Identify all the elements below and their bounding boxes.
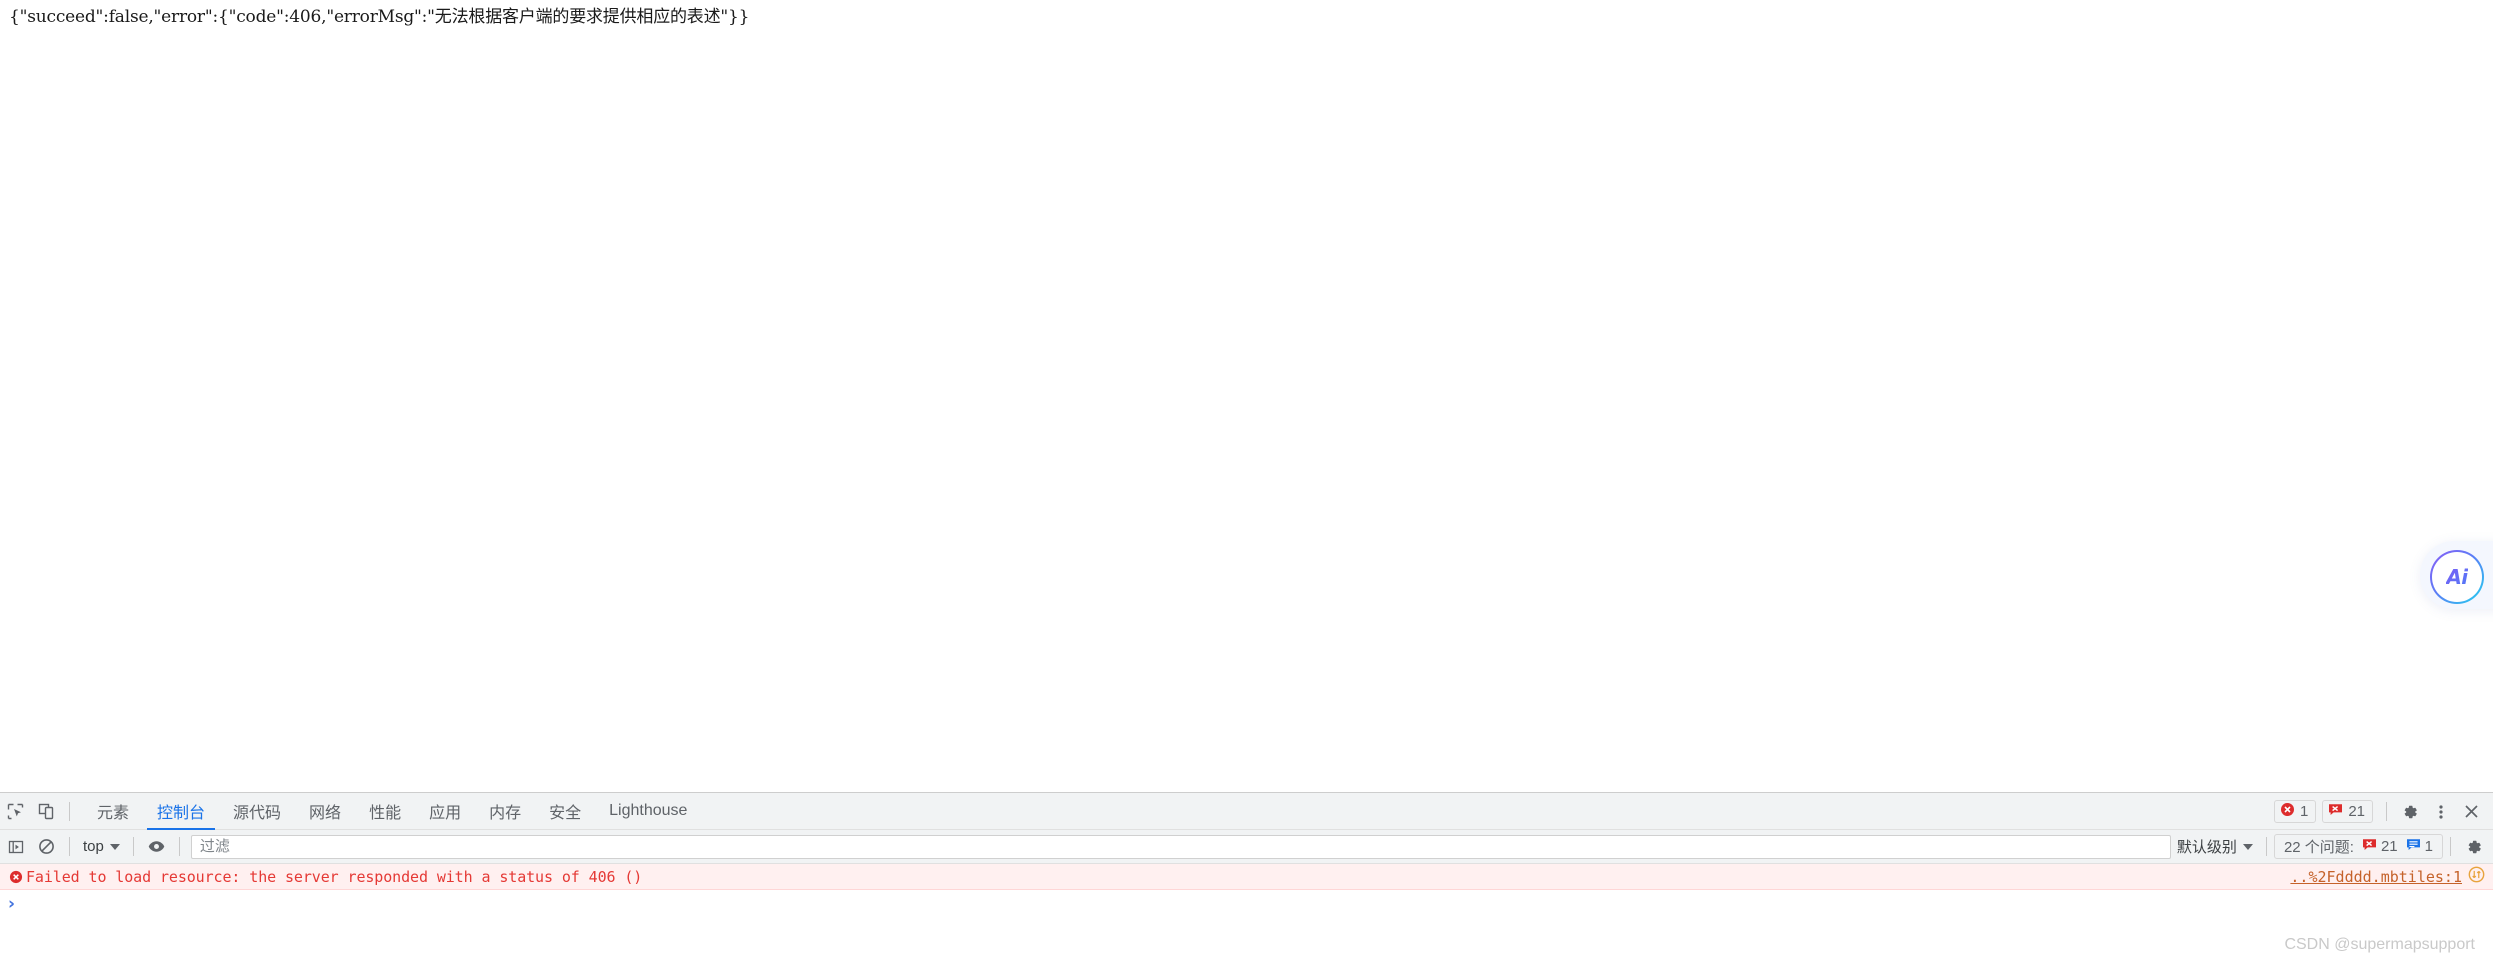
filterbar-divider-4 (2265, 837, 2267, 856)
tab-sources-label: 源代码 (233, 805, 282, 822)
tab-memory[interactable]: 内存 (475, 793, 535, 830)
issue-count-value: 21 (2348, 803, 2365, 820)
devtools-panel: 元素 控制台 源代码 网络 性能 应用 内存 安全 Lighthouse 1 2… (0, 792, 2493, 960)
issues-summary-button[interactable]: 22 个问题: 21 1 (2273, 834, 2443, 859)
ai-label: Ai (2446, 565, 2468, 589)
inspect-element-icon[interactable] (0, 796, 31, 827)
chevron-down-icon (2242, 843, 2253, 850)
issues-summary-label: 22 个问题: (2283, 839, 2354, 856)
tab-lighthouse[interactable]: Lighthouse (595, 793, 701, 830)
csdn-watermark: CSDN @supermapsupport (2284, 936, 2475, 953)
tab-network-label: 网络 (309, 805, 342, 822)
page-viewport: {"succeed":false,"error":{"code":406,"er… (0, 0, 2493, 792)
live-expression-eye-icon[interactable] (141, 831, 172, 862)
issues-info-count: 1 (2424, 838, 2433, 855)
console-message-list: Failed to load resource: the server resp… (0, 864, 2493, 959)
filterbar-divider-2 (132, 837, 134, 856)
json-response-text: {"succeed":false,"error":{"code":406,"er… (9, 7, 750, 27)
device-toolbar-icon[interactable] (31, 796, 62, 827)
kebab-menu-icon[interactable] (2425, 796, 2456, 827)
ai-assistant-button[interactable]: Ai (2420, 541, 2493, 609)
console-error-text: Failed to load resource: the server resp… (26, 867, 643, 886)
prompt-chevron-icon: › (8, 893, 16, 914)
issue-count-badge[interactable]: 21 (2322, 800, 2373, 823)
console-filter-bar: top 默认级别 22 个问题: (0, 830, 2493, 864)
error-circle-icon (6, 870, 26, 884)
filterbar-divider-5 (2450, 837, 2451, 856)
toolbar-divider (69, 801, 70, 821)
console-prompt-row[interactable]: › (0, 890, 2493, 918)
tab-sources[interactable]: 源代码 (219, 793, 295, 830)
filterbar-right-group: 默认级别 22 个问题: 21 1 (2171, 831, 2493, 862)
tab-elements-label: 元素 (97, 805, 130, 822)
tab-security[interactable]: 安全 (535, 793, 595, 830)
tab-console[interactable]: 控制台 (143, 793, 219, 830)
error-count-value: 1 (2299, 803, 2309, 820)
error-circle-icon (2280, 802, 2295, 821)
ai-logo-icon: Ai (2430, 550, 2484, 604)
log-level-value: 默认级别 (2176, 839, 2237, 856)
tab-security-label: 安全 (549, 805, 582, 822)
console-prompt-input[interactable] (23, 894, 2493, 914)
tab-performance-label: 性能 (369, 805, 402, 822)
issues-error-group: 21 (2362, 837, 2398, 856)
filterbar-divider-1 (69, 837, 70, 856)
console-source-link[interactable]: ..%2Fdddd.mbtiles:1 (2290, 868, 2462, 886)
close-icon[interactable] (2456, 796, 2487, 827)
toolbar-right-divider (2386, 802, 2387, 821)
execution-context-select[interactable]: top (77, 836, 126, 857)
console-sidebar-icon[interactable] (0, 831, 31, 862)
tab-lighthouse-label: Lighthouse (609, 802, 688, 819)
devtools-toolbar: 元素 控制台 源代码 网络 性能 应用 内存 安全 Lighthouse 1 2… (0, 793, 2493, 830)
issue-message-icon (2362, 837, 2377, 856)
gear-icon[interactable] (2458, 831, 2489, 862)
error-count-badge[interactable]: 1 (2273, 800, 2317, 823)
chevron-down-icon (109, 843, 120, 850)
issue-message-icon (2328, 802, 2343, 821)
toolbar-right-group: 1 21 (2273, 793, 2487, 830)
network-issue-icon[interactable] (2468, 866, 2485, 888)
info-message-icon (2406, 837, 2421, 856)
filterbar-divider-3 (178, 837, 180, 856)
tab-elements[interactable]: 元素 (83, 793, 143, 830)
issues-info-group: 1 (2406, 837, 2433, 856)
execution-context-value: top (83, 838, 104, 855)
tab-performance[interactable]: 性能 (355, 793, 415, 830)
clear-console-icon[interactable] (31, 831, 62, 862)
tab-memory-label: 内存 (489, 805, 522, 822)
gear-icon[interactable] (2394, 796, 2425, 827)
console-error-row[interactable]: Failed to load resource: the server resp… (0, 864, 2493, 890)
tab-network[interactable]: 网络 (295, 793, 355, 830)
browser-window: {"succeed":false,"error":{"code":406,"er… (0, 0, 2493, 960)
tab-application-label: 应用 (429, 805, 462, 822)
tab-console-label: 控制台 (157, 805, 206, 822)
log-level-select[interactable]: 默认级别 (2171, 834, 2259, 859)
console-filter-input[interactable] (190, 834, 2171, 859)
devtools-tabs: 元素 控制台 源代码 网络 性能 应用 内存 安全 Lighthouse (83, 793, 701, 830)
console-source-group: ..%2Fdddd.mbtiles:1 (2290, 864, 2485, 890)
issues-error-count: 21 (2380, 838, 2398, 855)
tab-application[interactable]: 应用 (415, 793, 475, 830)
